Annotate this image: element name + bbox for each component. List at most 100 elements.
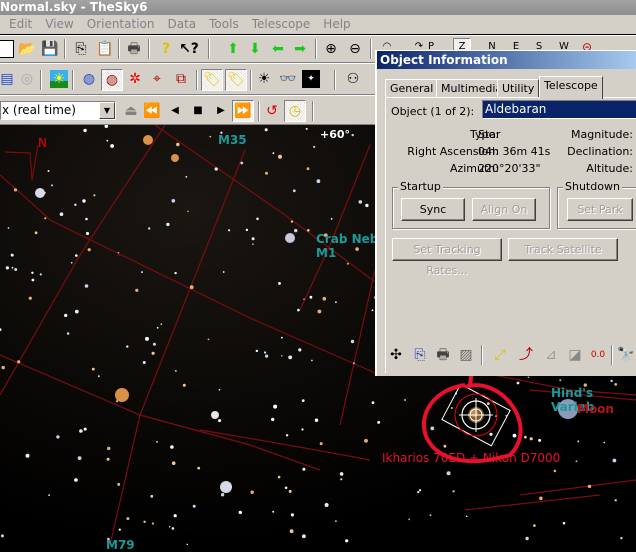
arrow-left-icon[interactable]: ⬅ (269, 40, 287, 58)
constellation-icon[interactable]: ✲ (126, 70, 144, 88)
step-forward-icon[interactable]: ▶ (212, 102, 230, 120)
menu-help[interactable]: Help (318, 15, 358, 34)
menu-tools[interactable]: Tools (204, 15, 247, 34)
fov-icon[interactable]: ⧉ (172, 70, 190, 88)
star (11, 266, 14, 269)
star (7, 227, 10, 229)
moon-label[interactable]: Moon (577, 402, 614, 416)
save-icon[interactable]: 💾 (41, 40, 59, 58)
bright-star[interactable] (220, 481, 232, 493)
paste-icon[interactable]: 📋 (96, 40, 114, 58)
star (335, 301, 337, 303)
open-folder-icon[interactable]: 📂 (18, 40, 36, 58)
help-icon[interactable]: ? (157, 40, 175, 58)
time-mode-select[interactable]: x (real time) ▼ (0, 101, 116, 120)
slew-icon[interactable]: ⤢ (491, 346, 509, 364)
star (110, 144, 114, 148)
equatorial-grid-icon[interactable]: ◍ (80, 70, 98, 88)
context-help-icon[interactable]: ↖? (179, 40, 199, 58)
arrow-down-icon[interactable]: ⬇ (246, 40, 264, 58)
m35-label[interactable]: M35 (218, 133, 247, 147)
star (302, 534, 306, 539)
bright-star[interactable] (171, 154, 179, 162)
loop-icon[interactable]: ↺ (263, 102, 281, 120)
star (228, 229, 231, 232)
tab-utility[interactable]: Utility (497, 79, 540, 98)
menu-data[interactable]: Data (162, 15, 204, 34)
m79-label[interactable]: M79 (106, 538, 135, 552)
menu-telescope[interactable]: Telescope (247, 15, 319, 34)
crab-nebula-label[interactable]: Crab Neb (316, 232, 378, 246)
bright-star[interactable] (115, 388, 129, 402)
copy-icon[interactable]: ⎘ (72, 40, 90, 58)
tab-telescope[interactable]: Telescope (539, 76, 603, 99)
orbit-icon[interactable]: ◎ (18, 70, 36, 88)
arrow-up-icon[interactable]: ⬆ (224, 40, 242, 58)
telescope-disabled-icon[interactable]: ◪ (566, 346, 584, 364)
print-icon[interactable]: 🖶 (434, 346, 452, 364)
offset-icon[interactable]: 0.0 (589, 346, 607, 364)
star (265, 171, 268, 175)
star (240, 161, 244, 165)
star (256, 217, 259, 221)
night-vision-icon[interactable]: 👓 (279, 70, 297, 88)
track-satellite-button[interactable]: Track Satellite (508, 238, 618, 261)
set-park-button[interactable]: Set Park (567, 198, 633, 221)
fast-forward-icon[interactable]: ⏩ (232, 100, 254, 122)
star (10, 253, 14, 257)
set-tracking-rates-button[interactable]: Set Tracking Rates... (392, 238, 502, 277)
new-file-icon[interactable] (0, 40, 14, 58)
eject-icon[interactable]: ⏏ (122, 102, 140, 120)
object-select[interactable]: Aldebaran (482, 100, 636, 119)
star (182, 383, 186, 387)
center-icon[interactable]: ✣ (387, 346, 405, 364)
menu-view[interactable]: View (40, 15, 81, 34)
bright-star[interactable] (285, 233, 295, 243)
align-on-button[interactable]: Align On (472, 198, 536, 221)
chevron-down-icon[interactable]: ▼ (99, 102, 115, 119)
step-back-icon[interactable]: ◀ (166, 102, 184, 120)
zoom-in-icon[interactable]: ⊕ (322, 40, 340, 58)
horizon-icon[interactable]: ☀ (50, 70, 68, 88)
tab-general[interactable]: General (385, 79, 439, 98)
bright-star[interactable] (35, 188, 45, 198)
telescope-park-icon[interactable]: ⊿ (542, 346, 560, 364)
label-icon[interactable]: 🏷 (201, 69, 223, 91)
star (207, 338, 210, 341)
binoculars-icon[interactable]: ⚇ (344, 70, 362, 88)
zoom-out-icon[interactable]: ⊖ (346, 40, 364, 58)
star (218, 388, 221, 391)
time-mode-value: x (real time) (2, 103, 76, 117)
menu-edit[interactable]: Edit (4, 15, 40, 34)
star (371, 401, 375, 404)
list-icon[interactable]: ▤ (0, 70, 16, 88)
menu-orientation[interactable]: Orientation (82, 15, 163, 34)
label-alt-icon[interactable]: 🏷 (225, 69, 247, 91)
star (577, 440, 580, 443)
stop-time-icon[interactable]: ■ (189, 102, 207, 120)
star (104, 125, 109, 128)
star (314, 418, 319, 422)
declination-label: Declination: (567, 145, 633, 158)
star (171, 461, 176, 466)
bright-star[interactable] (143, 135, 153, 145)
arrow-right-icon[interactable]: ➡ (291, 40, 309, 58)
brightness-icon[interactable]: ☀ (255, 70, 273, 88)
m1-label[interactable]: M1 (316, 246, 336, 260)
sync-button[interactable]: Sync (401, 198, 465, 221)
rise-set-icon[interactable]: ⤴ (517, 346, 535, 364)
fast-rewind-icon[interactable]: ⏪ (143, 102, 161, 120)
print-icon[interactable]: 🖶 (125, 40, 143, 58)
toolbar-separator (258, 101, 260, 121)
copy-icon[interactable]: ⎘ (411, 346, 429, 364)
clock-icon[interactable]: ◷ (284, 100, 306, 122)
star (209, 135, 212, 138)
toolbar-separator (196, 70, 198, 90)
star (171, 199, 176, 203)
starfield-icon[interactable]: ✦ (302, 70, 320, 88)
photo-icon[interactable]: ▨ (457, 346, 475, 364)
reticle-icon[interactable]: ⌖ (148, 70, 166, 88)
bright-star[interactable] (211, 411, 219, 419)
telescope-icon[interactable]: 🔭 (617, 346, 635, 364)
altaz-grid-icon[interactable]: ◍ (101, 69, 123, 91)
